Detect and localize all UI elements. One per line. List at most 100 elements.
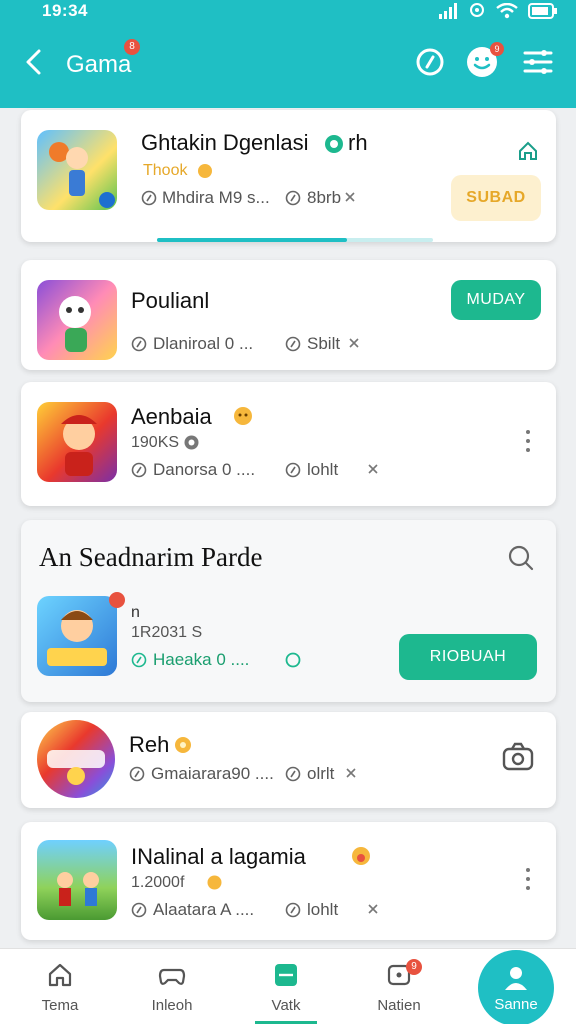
tab-notifications[interactable]: 9 Natien xyxy=(354,949,444,1024)
camera-icon[interactable] xyxy=(501,742,535,772)
controller-icon xyxy=(158,968,186,985)
search-icon[interactable] xyxy=(507,544,535,572)
wifi-icon xyxy=(496,3,518,19)
star-icon xyxy=(175,737,191,753)
game-subtitle: Thook xyxy=(143,162,188,179)
game-card[interactable]: Reh Gmaiarara90 .... olrlt xyxy=(21,712,556,808)
battery-icon xyxy=(528,3,557,19)
game-title-suffix: rh xyxy=(348,130,368,155)
clock-icon xyxy=(131,652,147,668)
verified-icon xyxy=(325,135,343,153)
game-card[interactable]: Ghtakin Dgenlasi rh Thook Mhdira M9 s...… xyxy=(21,110,556,242)
title-badge: 8 xyxy=(124,39,140,55)
game-stat: olrlt xyxy=(307,764,335,783)
game-title: Poulianl xyxy=(131,288,210,313)
game-art-icon xyxy=(49,142,115,208)
card-action-button[interactable]: RIOBUAH xyxy=(399,634,537,680)
game-title: INalinal a lagamia xyxy=(131,844,306,869)
back-button[interactable] xyxy=(18,46,52,80)
game-subtitle: 1R2031 S xyxy=(131,624,203,641)
game-meta: Mhdira M9 s... xyxy=(162,188,270,207)
card-action-button[interactable]: MUDAY xyxy=(451,280,541,320)
game-title: Ghtakin Dgenlasi xyxy=(141,130,309,155)
list-icon xyxy=(275,964,297,986)
stat-icon xyxy=(285,902,301,918)
game-thumbnail xyxy=(37,130,117,210)
game-thumbnail xyxy=(37,402,117,482)
game-thumbnail xyxy=(37,720,115,798)
progress-fill xyxy=(157,238,348,242)
close-icon[interactable] xyxy=(345,767,357,779)
tab-label: Natien xyxy=(377,997,421,1014)
signal-icon xyxy=(439,3,457,19)
tab-label: Inleoh xyxy=(151,997,193,1014)
game-meta: Dlaniroal 0 ... xyxy=(153,334,254,353)
search-icon xyxy=(416,48,444,76)
coin-icon xyxy=(207,875,222,890)
game-title: Reh xyxy=(129,732,170,757)
profile-icon xyxy=(505,967,527,990)
game-art-icon xyxy=(61,415,97,476)
stat-icon xyxy=(285,336,301,352)
chevron-left-icon xyxy=(26,49,41,75)
game-card[interactable]: INalinal a lagamia 1.2000f Alaatara A ..… xyxy=(21,822,556,940)
emoji-icon xyxy=(234,407,252,425)
game-stat: 8brb xyxy=(307,188,342,207)
game-title: Aenbaia xyxy=(131,404,212,429)
page-title: Gama xyxy=(66,51,132,78)
close-icon[interactable] xyxy=(344,191,356,203)
filter-icon xyxy=(523,50,553,74)
tab-list[interactable]: Vatk xyxy=(241,949,331,1024)
clock-icon xyxy=(131,336,147,352)
tab-label: Vatk xyxy=(271,997,301,1014)
game-meta: Gmaiarara90 .... xyxy=(151,764,274,783)
game-stat: lohlt xyxy=(307,900,339,919)
status-bar: 19:34 xyxy=(0,0,576,26)
clock-icon xyxy=(129,766,145,782)
home-icon xyxy=(48,963,72,987)
card-action-button[interactable]: SUBAD xyxy=(451,175,541,221)
navigation-bar: Gama 8 9 xyxy=(0,36,576,92)
progress-track xyxy=(157,238,433,242)
game-title: n xyxy=(131,604,140,621)
tab-label: Tema xyxy=(41,997,79,1014)
featured-section-card[interactable]: An Seadnarim Parde n 1R2031 S Haeaka 0 .… xyxy=(21,520,556,702)
profile-badge: 9 xyxy=(490,42,504,56)
game-thumbnail xyxy=(37,596,117,676)
home-outline-icon[interactable] xyxy=(517,140,539,162)
status-time: 19:34 xyxy=(42,1,88,20)
clock-icon xyxy=(131,462,147,478)
game-subtitle: 190KS xyxy=(131,434,180,451)
game-thumbnail xyxy=(37,840,117,920)
filter-button[interactable] xyxy=(522,46,554,78)
close-icon[interactable] xyxy=(367,903,379,915)
game-meta: Danorsa 0 .... xyxy=(153,460,256,479)
game-stat: Sbilt xyxy=(307,334,341,353)
game-stat: lohlt xyxy=(307,460,339,479)
stat-icon xyxy=(285,190,301,206)
new-badge xyxy=(109,592,125,608)
game-art-icon xyxy=(47,750,105,785)
app-header: 19:34 Gama 8 9 xyxy=(0,0,576,108)
notification-badge: 9 xyxy=(406,959,422,975)
more-options-icon[interactable] xyxy=(519,864,537,894)
game-card[interactable]: Aenbaia 190KS Danorsa 0 .... lohlt xyxy=(21,382,556,506)
close-icon[interactable] xyxy=(348,337,360,349)
tab-home[interactable]: Tema xyxy=(15,949,105,1024)
tab-label: Sanne xyxy=(494,996,538,1013)
game-thumbnail xyxy=(37,280,117,360)
close-icon[interactable] xyxy=(367,463,379,475)
tab-profile[interactable]: Sanne xyxy=(478,950,554,1024)
emoji-icon xyxy=(352,847,370,865)
game-card[interactable]: Poulianl Dlaniroal 0 ... Sbilt MUDAY xyxy=(21,260,556,370)
coin-icon xyxy=(198,164,212,178)
section-title: An Seadnarim Parde xyxy=(39,542,263,572)
game-subtitle: 1.2000f xyxy=(131,874,185,891)
location-icon xyxy=(470,3,484,17)
status-ring-icon xyxy=(285,652,301,668)
tab-games[interactable]: Inleoh xyxy=(127,949,217,1024)
more-options-icon[interactable] xyxy=(519,426,537,456)
clock-icon xyxy=(141,190,157,206)
search-button[interactable] xyxy=(414,46,446,78)
profile-face-button[interactable]: 9 xyxy=(466,42,504,78)
